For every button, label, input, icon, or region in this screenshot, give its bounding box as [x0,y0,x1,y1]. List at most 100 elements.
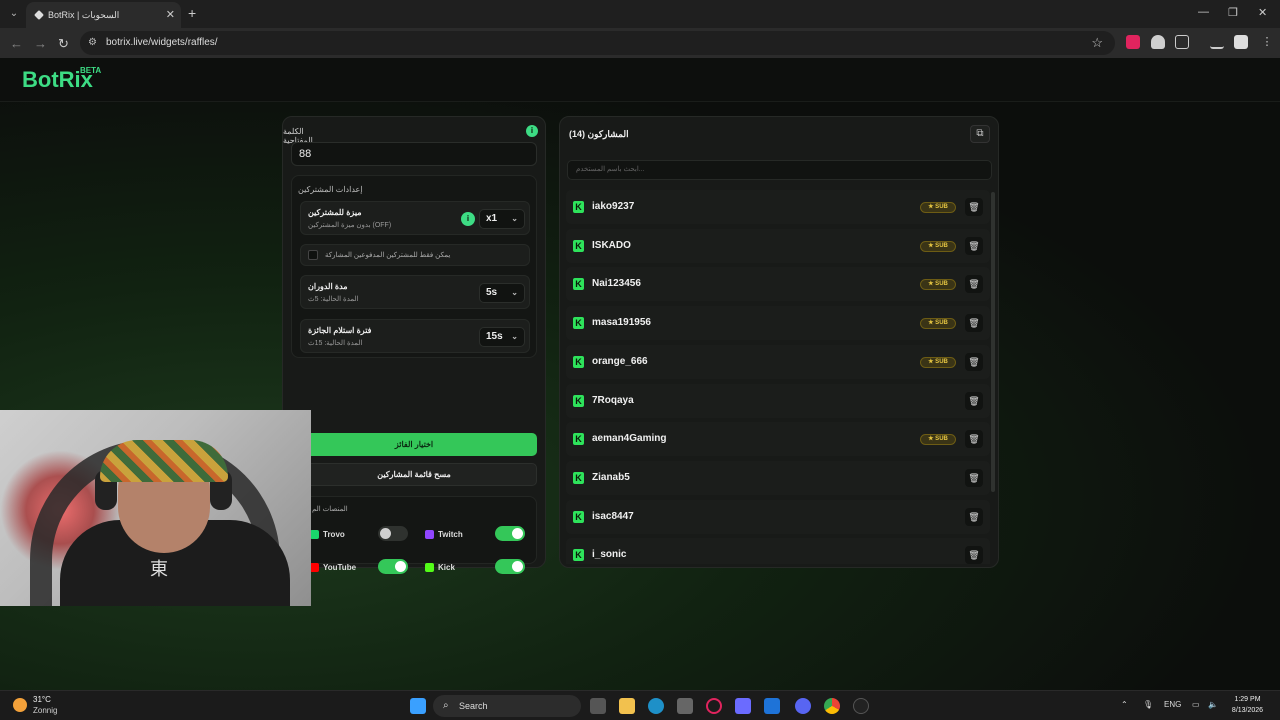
list-item: Korange_666 ★ SUB 🗑 [566,344,990,379]
downloads-icon[interactable] [1210,35,1224,49]
close-tab-icon[interactable]: ✕ [166,8,175,21]
trash-icon[interactable]: 🗑 [965,430,983,449]
reload-icon[interactable]: ↻ [58,36,69,52]
tab-list-chevron-icon[interactable]: ⌄ [6,6,22,22]
network-icon[interactable]: ▭ [1192,700,1200,709]
keyword-input[interactable]: 88 [291,142,537,166]
chevron-down-icon: ⌄ [511,288,518,297]
weather-condition: Zonnig [33,706,58,715]
spin-duration-label: مدة الدوران [308,282,348,291]
twitch-toggle[interactable] [495,526,525,541]
beta-badge: BETA [80,66,102,75]
platform-name: Trovo [323,530,345,539]
date: 8/13/2026 [1231,707,1264,714]
list-item: Kaeman4Gaming ★ SUB 🗑 [566,422,990,457]
participant-name: 7Roqaya [592,394,634,406]
participant-name: i_sonic [592,549,627,561]
browser-tab[interactable]: BotRix | السحوبات ✕ [26,2,181,28]
new-tab-icon[interactable]: + [188,5,196,21]
trash-icon[interactable]: 🗑 [965,546,983,564]
sub-badge: ★ SUB [920,318,956,330]
volume-icon[interactable]: 🔈 [1208,700,1218,709]
chevron-up-icon[interactable]: ⌃ [1121,700,1128,709]
app-icon[interactable] [735,698,751,714]
sun-icon[interactable] [13,698,27,712]
tab-title: BotRix | السحوبات [48,10,120,20]
trash-icon[interactable]: 🗑 [965,236,983,255]
url-input[interactable]: ⚙ botrix.live/widgets/raffles/ ☆ [80,31,1115,55]
sub-perk-select[interactable]: x1 ⌄ [479,209,525,229]
trash-icon[interactable]: 🗑 [965,314,983,333]
back-icon[interactable]: ← [10,36,23,51]
participant-name: ISKADO [592,239,631,251]
kick-icon: K [573,549,584,562]
trovo-toggle[interactable] [378,526,408,541]
participant-search-input[interactable]: ابحث باسم المستخدم... [567,160,992,180]
language-indicator[interactable]: ENG [1164,700,1181,709]
close-window-icon[interactable]: ✕ [1258,6,1267,19]
participant-name: aeman4Gaming [592,433,667,445]
participant-name: orange_666 [592,355,648,367]
windows-app-icon[interactable] [764,698,780,714]
extensions-puzzle-icon[interactable] [1175,35,1189,49]
paid-only-checkbox[interactable] [308,250,318,260]
restore-icon[interactable]: ❐ [1228,6,1238,19]
store-icon[interactable] [677,698,693,714]
trash-icon[interactable]: 🗑 [965,275,983,294]
bookmark-star-icon[interactable]: ☆ [1091,35,1103,51]
chrome-icon[interactable] [824,698,840,714]
trash-icon[interactable]: 🗑 [965,391,983,410]
clock[interactable]: 1:29 PM 8/13/2026 [1225,694,1270,716]
kick-icon: K [573,394,584,407]
microphone-icon[interactable]: 🎙 [1143,700,1153,709]
profile-icon[interactable] [1234,35,1248,49]
forward-icon[interactable]: → [34,36,47,51]
obs-icon[interactable] [853,698,869,714]
task-view-icon[interactable] [590,698,606,714]
trash-icon[interactable]: 🗑 [965,352,983,371]
file-explorer-icon[interactable] [619,698,635,714]
list-item: Kiako9237 ★ SUB 🗑 [566,190,990,224]
browser-menu-icon[interactable]: ⋮ [1260,35,1274,49]
chevron-down-icon: ⌄ [511,332,518,341]
chevron-down-icon: ⌄ [511,214,518,223]
trash-icon[interactable]: 🗑 [965,507,983,526]
scrollbar[interactable] [991,192,995,492]
kick-toggle[interactable] [495,559,525,574]
address-bar: ← → ↻ ⚙ botrix.live/widgets/raffles/ ☆ [0,28,1280,58]
paid-only-row[interactable]: يمكن فقط للمشتركين المدفوعين المشاركة [300,244,530,266]
claim-duration-sublabel: المدة الحالية: 15ث [308,340,363,347]
trash-icon[interactable]: 🗑 [965,468,983,487]
clear-participants-button[interactable]: مسح قائمة المشاركين [291,463,537,486]
sub-perk-info-icon[interactable]: i [461,212,475,226]
claim-duration-select[interactable]: 15s ⌄ [479,327,525,347]
keyword-info-icon[interactable]: i [526,125,538,137]
list-item: Kisac8447 🗑 [566,499,990,534]
twitch-icon [425,530,434,539]
spin-duration-select[interactable]: 5s ⌄ [479,283,525,303]
discord-icon[interactable] [795,698,811,714]
participants-card: المشاركون (14) ⧉ ابحث باسم المستخدم... K… [559,116,999,568]
platforms-panel: المنصات الم Trovo Twitch YouTube Kick [291,496,537,574]
subscriber-settings: إعدادات المشتركين ميزة للمشتركين بدون مي… [291,175,537,358]
extension-icon[interactable] [1126,35,1140,49]
windows-start-icon[interactable] [410,698,426,714]
edge-icon[interactable] [648,698,664,714]
shield-extension-icon[interactable] [1151,35,1165,49]
minimize-icon[interactable]: — [1198,6,1209,18]
platforms-title: المنصات الم [312,506,348,513]
sub-perk-label: ميزة للمشتركين [308,208,362,217]
youtube-toggle[interactable] [378,559,408,574]
site-info-icon[interactable]: ⚙ [88,37,100,49]
participant-name: Zianab5 [592,471,630,483]
opera-icon[interactable] [706,698,722,714]
trash-icon[interactable]: 🗑 [965,198,983,216]
platform-name: Twitch [438,530,463,539]
copy-icon[interactable]: ⧉ [970,125,990,143]
taskbar-search[interactable]: ⌕ Search [433,695,581,717]
pick-winner-button[interactable]: اختيار الفائز [291,433,537,456]
youtube-icon [310,563,319,572]
taskbar-search-label: Search [459,701,488,711]
sub-badge: ★ SUB [920,434,956,446]
sub-badge: ★ SUB [920,279,956,291]
